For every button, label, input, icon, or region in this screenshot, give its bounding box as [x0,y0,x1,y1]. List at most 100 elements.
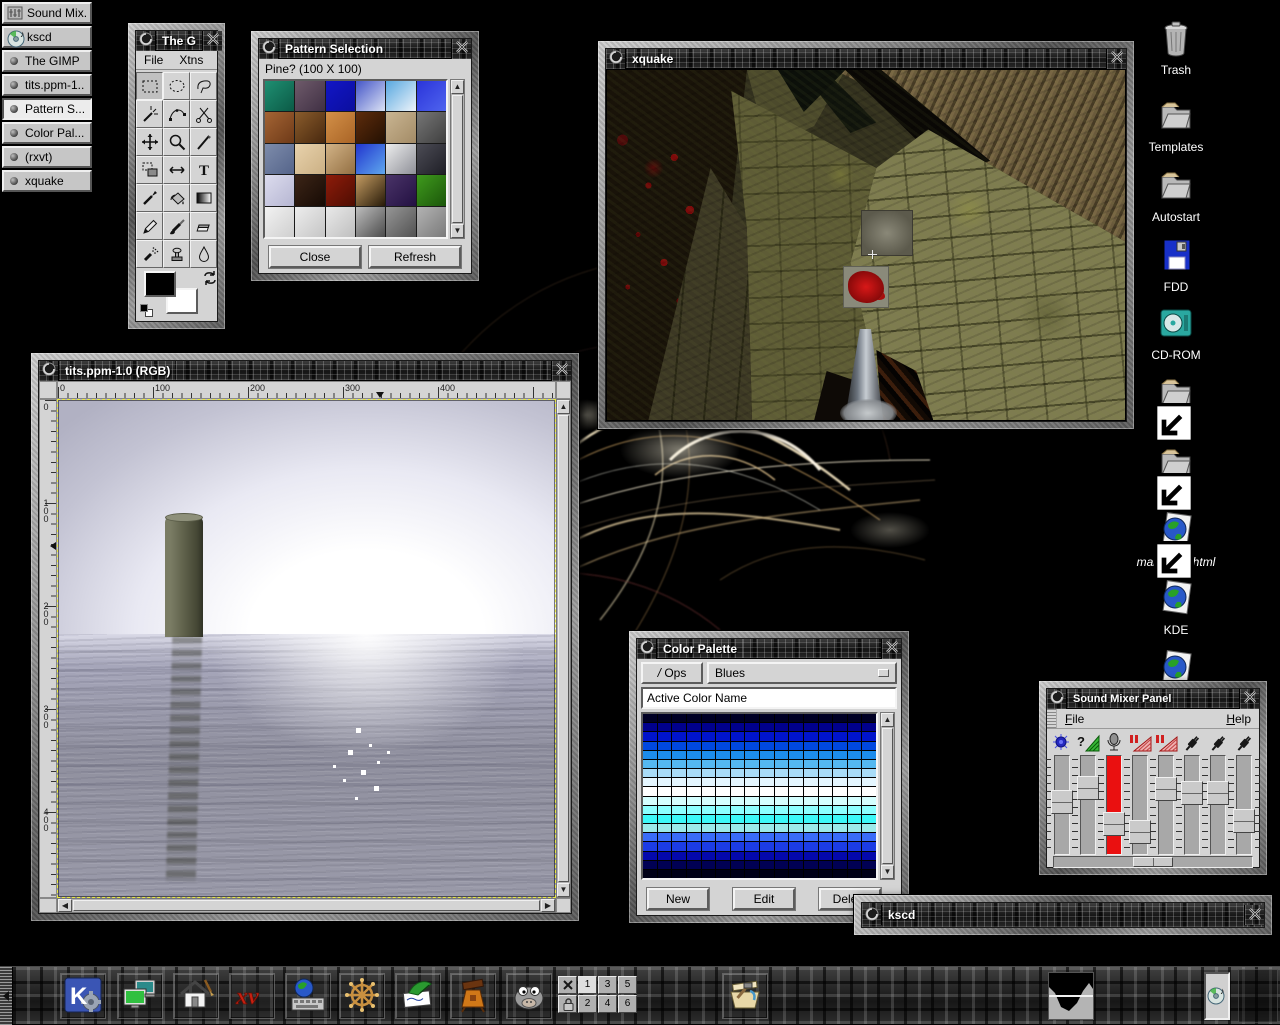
swap-colors-icon[interactable] [202,270,218,286]
load-meter-applet[interactable] [1048,972,1094,1020]
ops-menu-button[interactable]: / Ops [641,662,703,684]
tool-text[interactable]: T [190,156,217,184]
edit-palette-button[interactable]: Edit [733,888,795,910]
volume-slider-track[interactable] [1210,755,1226,855]
palette-color-cell[interactable] [731,797,745,805]
palette-color-cell[interactable] [643,787,657,795]
palette-color-cell[interactable] [745,723,759,731]
palette-color-cell[interactable] [731,742,745,750]
gimp-toolbox-titlebar[interactable]: The G [136,31,217,51]
palette-color-cell[interactable] [804,723,818,731]
scroll-down-icon[interactable]: ▼ [451,224,464,238]
pager-desktop-3[interactable]: 3 [598,976,617,994]
palette-color-cell[interactable] [775,778,789,786]
tool-bucket-fill[interactable] [163,184,190,212]
desktop-icon-templates[interactable]: Templates [1128,95,1224,154]
color-palette-titlebar[interactable]: Color Palette [637,639,901,659]
palette-color-cell[interactable] [862,778,876,786]
home-directory-launcher[interactable] [173,973,219,1019]
palette-color-cell[interactable] [804,760,818,768]
pager-desktop-6[interactable]: 6 [618,995,637,1013]
palette-color-cell[interactable] [643,833,657,841]
panel-hide-button[interactable] [0,967,13,1025]
palette-color-cell[interactable] [789,769,803,777]
window-menu-icon[interactable] [136,31,156,51]
palette-color-cell[interactable] [702,742,716,750]
palette-color-cell[interactable] [658,751,672,759]
palette-color-cell[interactable] [789,778,803,786]
palette-color-cell[interactable] [672,714,686,722]
pattern-swatch-26[interactable] [326,207,355,237]
palette-color-cell[interactable] [862,797,876,805]
pattern-swatch-9[interactable] [356,112,385,142]
palette-color-cell[interactable] [833,815,847,823]
palette-color-cell[interactable] [789,861,803,869]
palette-color-cell[interactable] [775,806,789,814]
kscd-docked-button[interactable]: ♪ [1204,972,1230,1020]
palette-color-cell[interactable] [745,742,759,750]
palette-color-cell[interactable] [658,714,672,722]
plug-channel-icon[interactable] [1206,731,1230,753]
close-button[interactable] [1244,905,1264,925]
palette-color-cell[interactable] [672,778,686,786]
palette-color-cell[interactable] [658,769,672,777]
pause-channel-icon[interactable] [1128,731,1152,753]
palette-color-cell[interactable] [672,833,686,841]
pattern-swatch-23[interactable] [417,175,446,205]
palette-color-cell[interactable] [731,732,745,740]
palette-color-cell[interactable] [672,861,686,869]
palette-color-cell[interactable] [716,852,730,860]
palette-color-cell[interactable] [819,760,833,768]
xv-launcher[interactable]: xv [229,973,275,1019]
palette-color-cell[interactable] [745,806,759,814]
volume-slider-thumb[interactable] [1233,809,1255,833]
tool-rect-select[interactable] [136,72,163,100]
kscd-titlebar[interactable]: kscd [862,903,1264,927]
palette-color-cell[interactable] [760,723,774,731]
palette-color-cell[interactable] [731,714,745,722]
palette-color-cell[interactable] [716,751,730,759]
tool-pencil[interactable] [136,212,163,240]
palette-color-cell[interactable] [658,861,672,869]
palette-color-cell[interactable] [672,852,686,860]
ruler-corner[interactable] [39,381,57,399]
task-button-pattern-s-[interactable]: Pattern S... [2,98,92,120]
palette-color-cell[interactable] [687,714,701,722]
palette-color-cell[interactable] [848,714,862,722]
palette-color-cell[interactable] [804,833,818,841]
palette-color-cell[interactable] [775,852,789,860]
palette-color-cell[interactable] [687,751,701,759]
plug-channel-icon[interactable] [1232,731,1256,753]
palette-color-cell[interactable] [643,760,657,768]
palette-color-cell[interactable] [862,769,876,777]
active-color-name-input[interactable] [641,687,897,709]
palette-color-cell[interactable] [745,852,759,860]
palette-color-cell[interactable] [716,833,730,841]
palette-color-cell[interactable] [804,852,818,860]
palette-color-cell[interactable] [804,714,818,722]
palette-color-cell[interactable] [702,833,716,841]
palette-color-cell[interactable] [833,833,847,841]
pattern-swatch-10[interactable] [386,112,415,142]
pattern-swatch-22[interactable] [386,175,415,205]
palette-color-cell[interactable] [862,833,876,841]
palette-color-cell[interactable] [804,861,818,869]
palette-color-cell[interactable] [760,870,774,878]
palette-color-cell[interactable] [833,797,847,805]
menubar-drag-handle[interactable] [1047,709,1057,728]
palette-color-cell[interactable] [789,751,803,759]
palette-color-cell[interactable] [862,806,876,814]
palette-color-cell[interactable] [789,870,803,878]
palette-color-cell[interactable] [716,769,730,777]
palette-color-cell[interactable] [672,742,686,750]
mixer-titlebar[interactable]: Sound Mixer Panel [1047,689,1259,709]
palette-color-cell[interactable] [862,714,876,722]
palette-color-cell[interactable] [745,824,759,832]
palette-color-cell[interactable] [848,760,862,768]
balance-slider-thumb[interactable] [1133,857,1173,867]
palette-color-cell[interactable] [760,714,774,722]
palette-color-cell[interactable] [819,751,833,759]
palette-color-cell[interactable] [716,861,730,869]
tool-color-picker[interactable] [136,184,163,212]
palette-color-cell[interactable] [702,778,716,786]
